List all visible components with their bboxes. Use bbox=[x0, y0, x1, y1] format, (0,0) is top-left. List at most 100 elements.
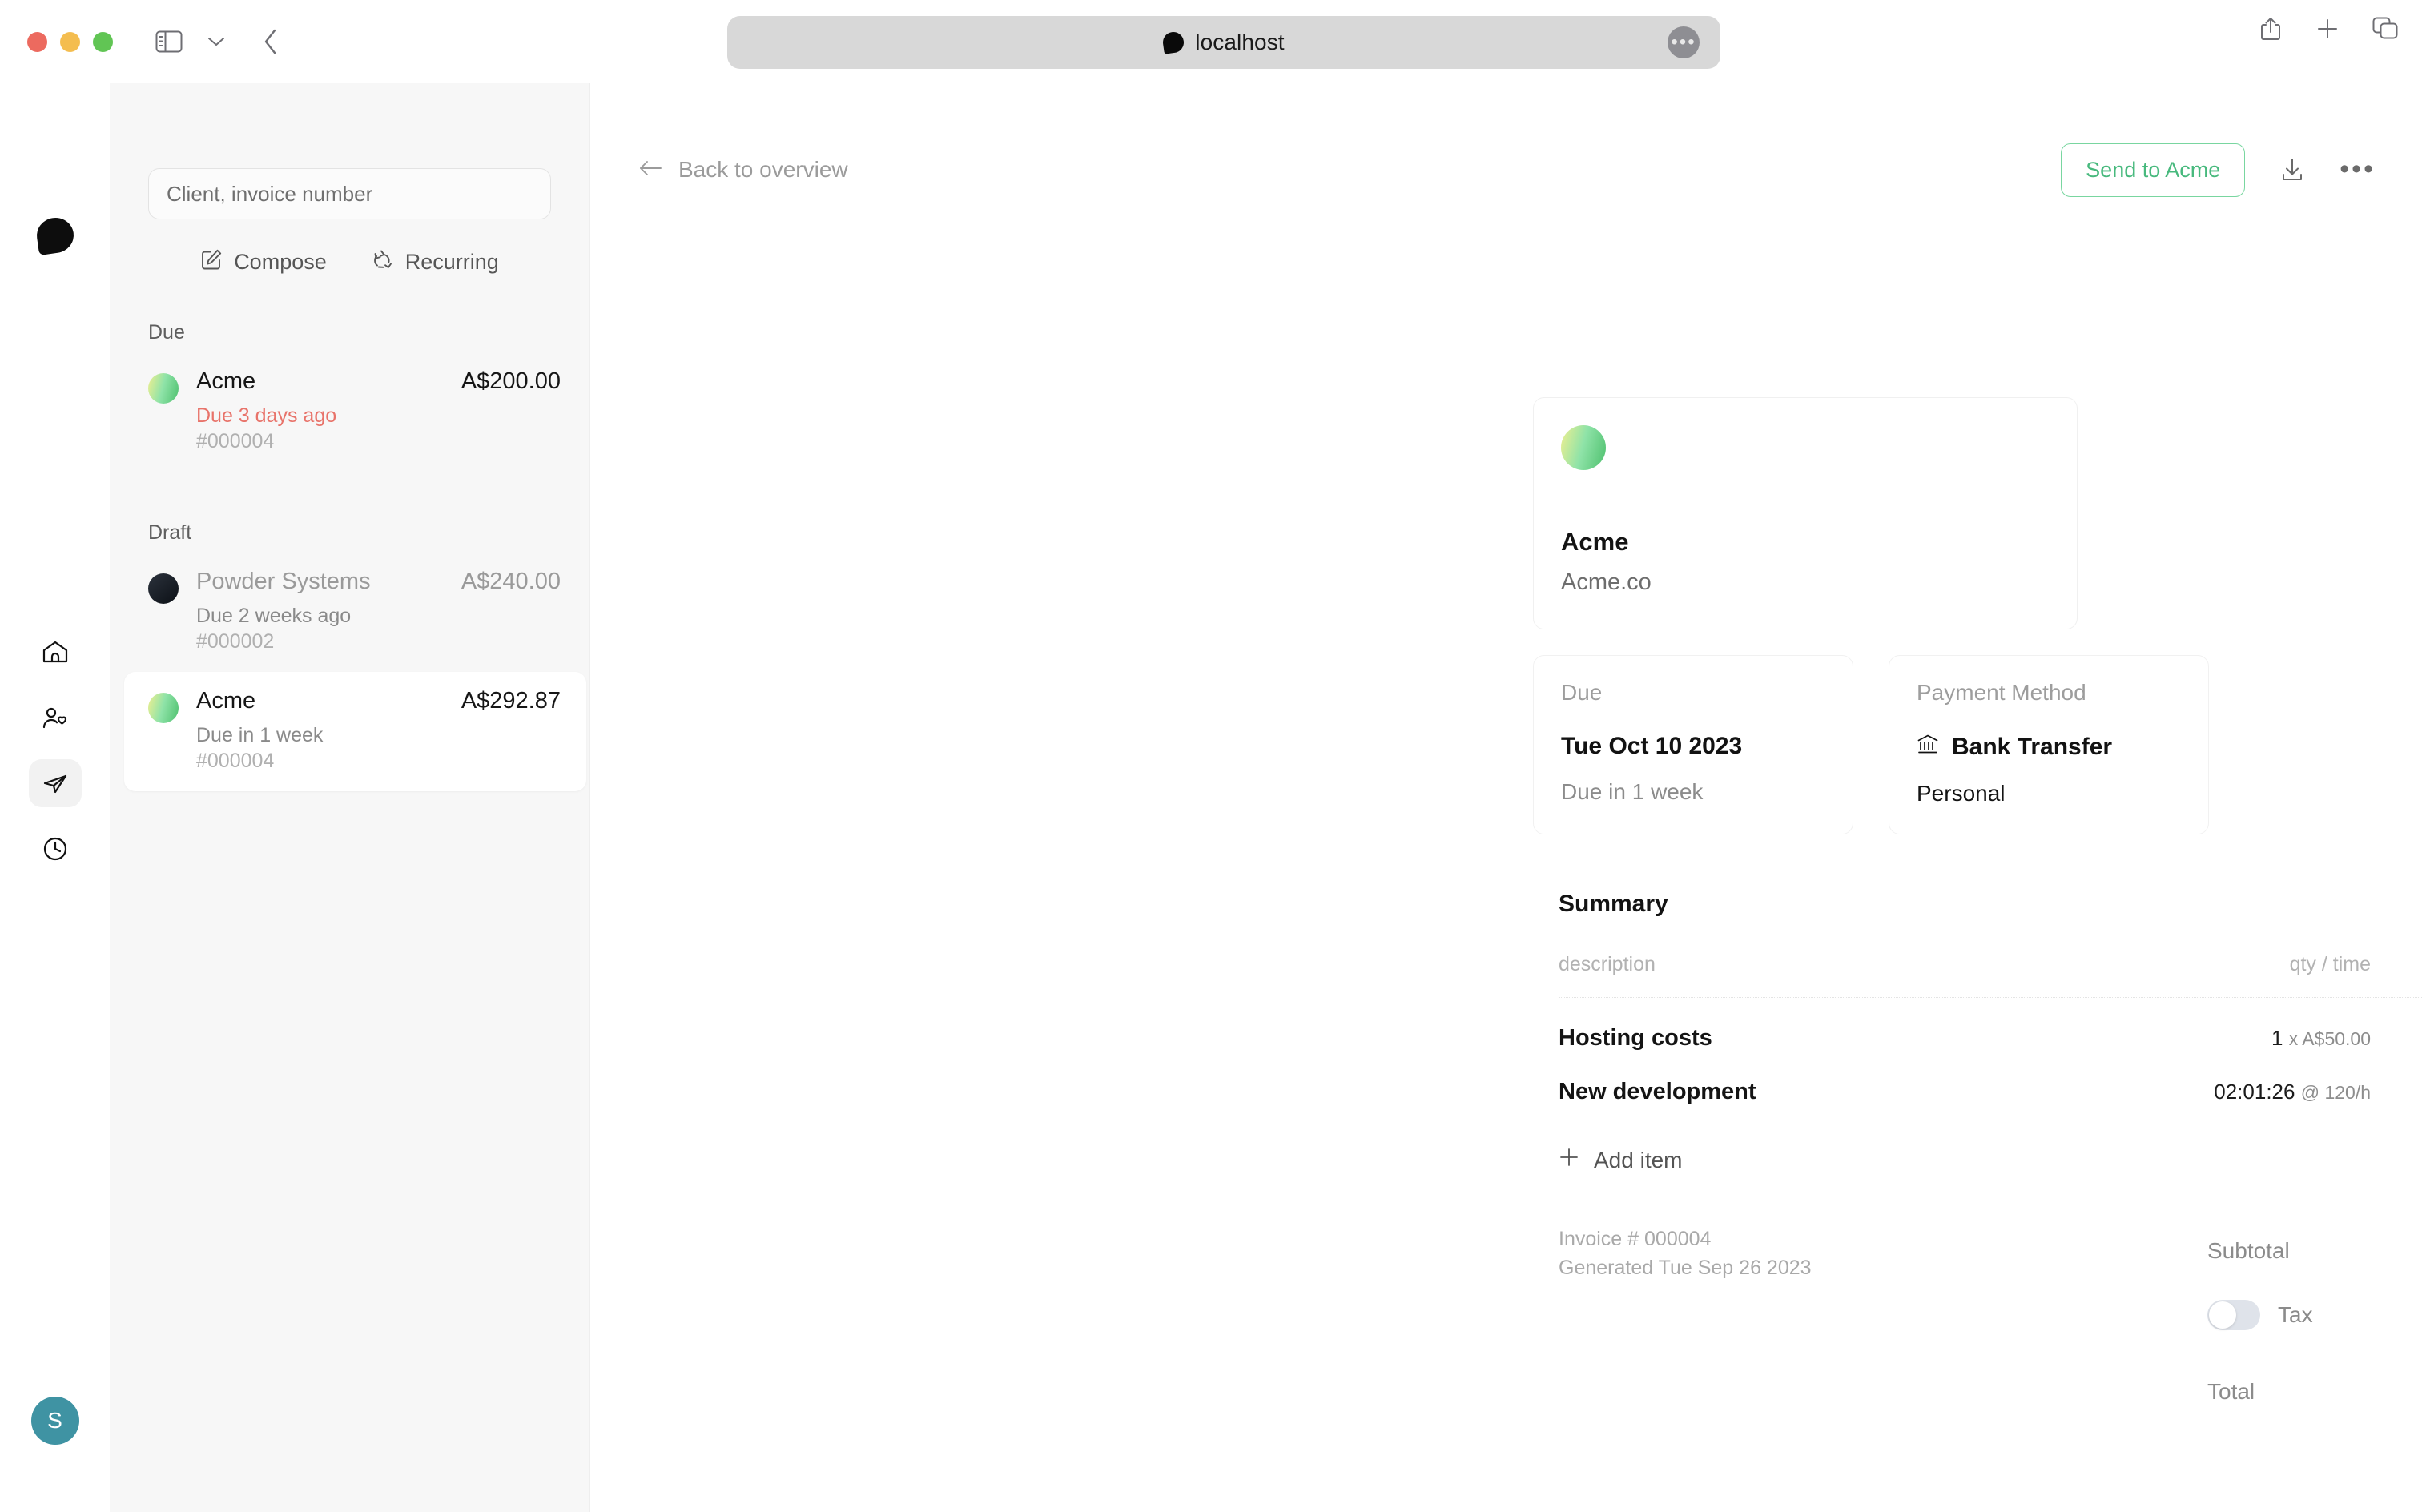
subtotal-row: Subtotal A$292.87 bbox=[2207, 1224, 2422, 1277]
client-name: Acme bbox=[1561, 528, 1629, 556]
chevron-down-icon[interactable] bbox=[200, 24, 232, 59]
tax-left-group: Tax bbox=[2207, 1300, 2313, 1330]
sidebar-toggle-icon[interactable] bbox=[148, 24, 190, 59]
list-item-body: Powder Systems A$240.00 Due 2 weeks ago … bbox=[196, 569, 561, 654]
url-bar[interactable]: localhost ••• bbox=[727, 16, 1720, 69]
list-item-amount: A$240.00 bbox=[461, 569, 561, 594]
back-to-overview-button[interactable]: Back to overview bbox=[638, 157, 848, 183]
table-row[interactable]: New development 02:01:26 @ 120/h A$242.8… bbox=[1559, 1052, 2422, 1105]
recurring-icon bbox=[372, 248, 394, 276]
summary-title: Summary bbox=[1559, 891, 1668, 917]
list-item-due: Due in 1 week bbox=[196, 724, 324, 746]
nav-rail: S bbox=[0, 83, 110, 1512]
share-icon[interactable] bbox=[2259, 16, 2283, 42]
invoice-number-line: Invoice # 000004 bbox=[1559, 1228, 1712, 1250]
list-item-body: Acme A$292.87 Due in 1 week #000004 bbox=[196, 688, 561, 774]
recurring-button[interactable]: Recurring bbox=[372, 248, 499, 276]
column-header-description: description bbox=[1559, 953, 1656, 975]
due-label: Due bbox=[1561, 680, 1603, 705]
invoice-generated-info: Invoice # 000004 Generated Tue Sep 26 20… bbox=[1559, 1224, 1812, 1283]
line-item-qty-rate: x A$50.00 bbox=[2288, 1028, 2371, 1049]
line-item-qty[interactable]: 02:01:26 @ 120/h bbox=[2130, 1080, 2371, 1104]
table-row[interactable]: Hosting costs 1 x A$50.00 A$50.00 bbox=[1559, 998, 2422, 1052]
group-label-draft: Draft bbox=[148, 521, 192, 544]
sidebar-item-tracker[interactable] bbox=[29, 825, 82, 873]
payment-method-label: Payment Method bbox=[1917, 680, 2086, 705]
brand-blob-icon[interactable] bbox=[34, 215, 76, 255]
browser-chrome: localhost ••• bbox=[0, 0, 2422, 83]
list-actions: Compose Recurring bbox=[110, 248, 589, 276]
plus-icon bbox=[1559, 1147, 1579, 1173]
table-header: description qty / time amt bbox=[1559, 953, 2422, 998]
browser-nav-controls bbox=[148, 24, 292, 59]
compose-icon bbox=[200, 248, 223, 276]
line-item-description[interactable]: Hosting costs bbox=[1559, 1025, 2130, 1052]
invoice-document: Acme Acme.co Due Tue Oct 10 2023 Due in … bbox=[1533, 397, 2422, 1418]
line-item-qty-rate: @ 120/h bbox=[2300, 1082, 2371, 1103]
line-item-qty[interactable]: 1 x A$50.00 bbox=[2130, 1026, 2371, 1051]
url-more-icon[interactable]: ••• bbox=[1668, 26, 1700, 58]
app-root: S Compose bbox=[0, 83, 2422, 1512]
column-header-amt: amt bbox=[2371, 953, 2422, 976]
nav-items bbox=[0, 628, 110, 873]
list-item-number: #000002 bbox=[196, 630, 275, 653]
line-item-qty-main: 02:01:26 bbox=[2214, 1080, 2295, 1104]
due-relative: Due in 1 week bbox=[1561, 779, 1704, 804]
main-content: Back to overview Send to Acme ••• Acme A… bbox=[590, 83, 2422, 1512]
add-item-button[interactable]: Add item bbox=[1559, 1147, 1683, 1173]
sidebar-item-home[interactable] bbox=[29, 628, 82, 676]
compose-label: Compose bbox=[234, 250, 327, 274]
payment-method-value: Bank Transfer bbox=[1917, 733, 2181, 762]
list-item-amount: A$200.00 bbox=[461, 368, 561, 394]
list-item-top-row: Powder Systems A$240.00 bbox=[196, 569, 561, 595]
user-avatar[interactable]: S bbox=[30, 1397, 79, 1445]
list-item[interactable]: Powder Systems A$240.00 Due 2 weeks ago … bbox=[110, 553, 586, 672]
column-header-qty: qty / time bbox=[2289, 953, 2371, 975]
download-icon[interactable] bbox=[2280, 157, 2304, 183]
invoice-generated-line: Generated Tue Sep 26 2023 bbox=[1559, 1257, 1812, 1280]
search-input[interactable] bbox=[148, 168, 551, 219]
tax-toggle[interactable] bbox=[2207, 1300, 2260, 1330]
minimize-window-button[interactable] bbox=[60, 31, 80, 52]
line-item-amount: A$50.00 bbox=[2371, 1026, 2422, 1052]
client-logo-icon bbox=[1561, 425, 1606, 470]
tab-overview-icon[interactable] bbox=[2372, 17, 2398, 41]
tax-row: Tax 0 bbox=[2207, 1277, 2422, 1351]
new-tab-plus-icon[interactable] bbox=[2316, 18, 2339, 40]
total-row: Total A$292.87 bbox=[2207, 1351, 2422, 1418]
close-window-button[interactable] bbox=[27, 31, 47, 52]
sidebar-item-invoices[interactable] bbox=[28, 759, 82, 807]
client-card: Acme Acme.co bbox=[1533, 397, 2078, 629]
list-item-due: Due 2 weeks ago bbox=[196, 605, 352, 627]
tax-toggle-knob bbox=[2209, 1301, 2236, 1329]
list-item-selected[interactable]: Acme A$292.87 Due in 1 week #000004 bbox=[124, 672, 586, 791]
list-item-client: Acme bbox=[196, 368, 256, 394]
invoice-totals: Subtotal A$292.87 Tax 0 bbox=[2207, 1224, 2422, 1418]
list-item-due: Due 3 days ago bbox=[196, 404, 337, 427]
back-chevron-icon[interactable] bbox=[250, 24, 292, 59]
client-avatar-icon bbox=[148, 573, 179, 604]
total-label: Total bbox=[2207, 1378, 2255, 1404]
tax-label: Tax bbox=[2278, 1302, 2313, 1327]
list-item-client: Acme bbox=[196, 688, 256, 714]
list-item-top-row: Acme A$292.87 bbox=[196, 688, 561, 714]
compose-button[interactable]: Compose bbox=[200, 248, 327, 276]
list-item-client: Powder Systems bbox=[196, 569, 371, 594]
line-item-amount: A$242.87 bbox=[2371, 1080, 2422, 1105]
send-invoice-button[interactable]: Send to Acme bbox=[2061, 143, 2246, 197]
sidebar-item-customers[interactable] bbox=[29, 694, 82, 742]
maximize-window-button[interactable] bbox=[93, 31, 113, 52]
add-item-label: Add item bbox=[1594, 1147, 1683, 1172]
due-card[interactable]: Due Tue Oct 10 2023 Due in 1 week bbox=[1533, 655, 1853, 834]
site-favicon-icon bbox=[1161, 30, 1185, 54]
line-item-description[interactable]: New development bbox=[1559, 1079, 2130, 1105]
search-wrapper bbox=[110, 168, 589, 219]
client-avatar-icon bbox=[148, 373, 179, 404]
main-header: Back to overview Send to Acme ••• bbox=[590, 130, 2422, 210]
browser-toolbar-right bbox=[2259, 16, 2398, 42]
invoice-meta-row: Due Tue Oct 10 2023 Due in 1 week Paymen… bbox=[1533, 655, 2422, 834]
payment-method-card[interactable]: Payment Method Bank Transfer Personal bbox=[1889, 655, 2209, 834]
list-item[interactable]: Acme A$200.00 Due 3 days ago #000004 bbox=[110, 352, 586, 472]
payment-method-name: Bank Transfer bbox=[1952, 734, 2113, 760]
more-options-icon[interactable]: ••• bbox=[2340, 156, 2376, 183]
